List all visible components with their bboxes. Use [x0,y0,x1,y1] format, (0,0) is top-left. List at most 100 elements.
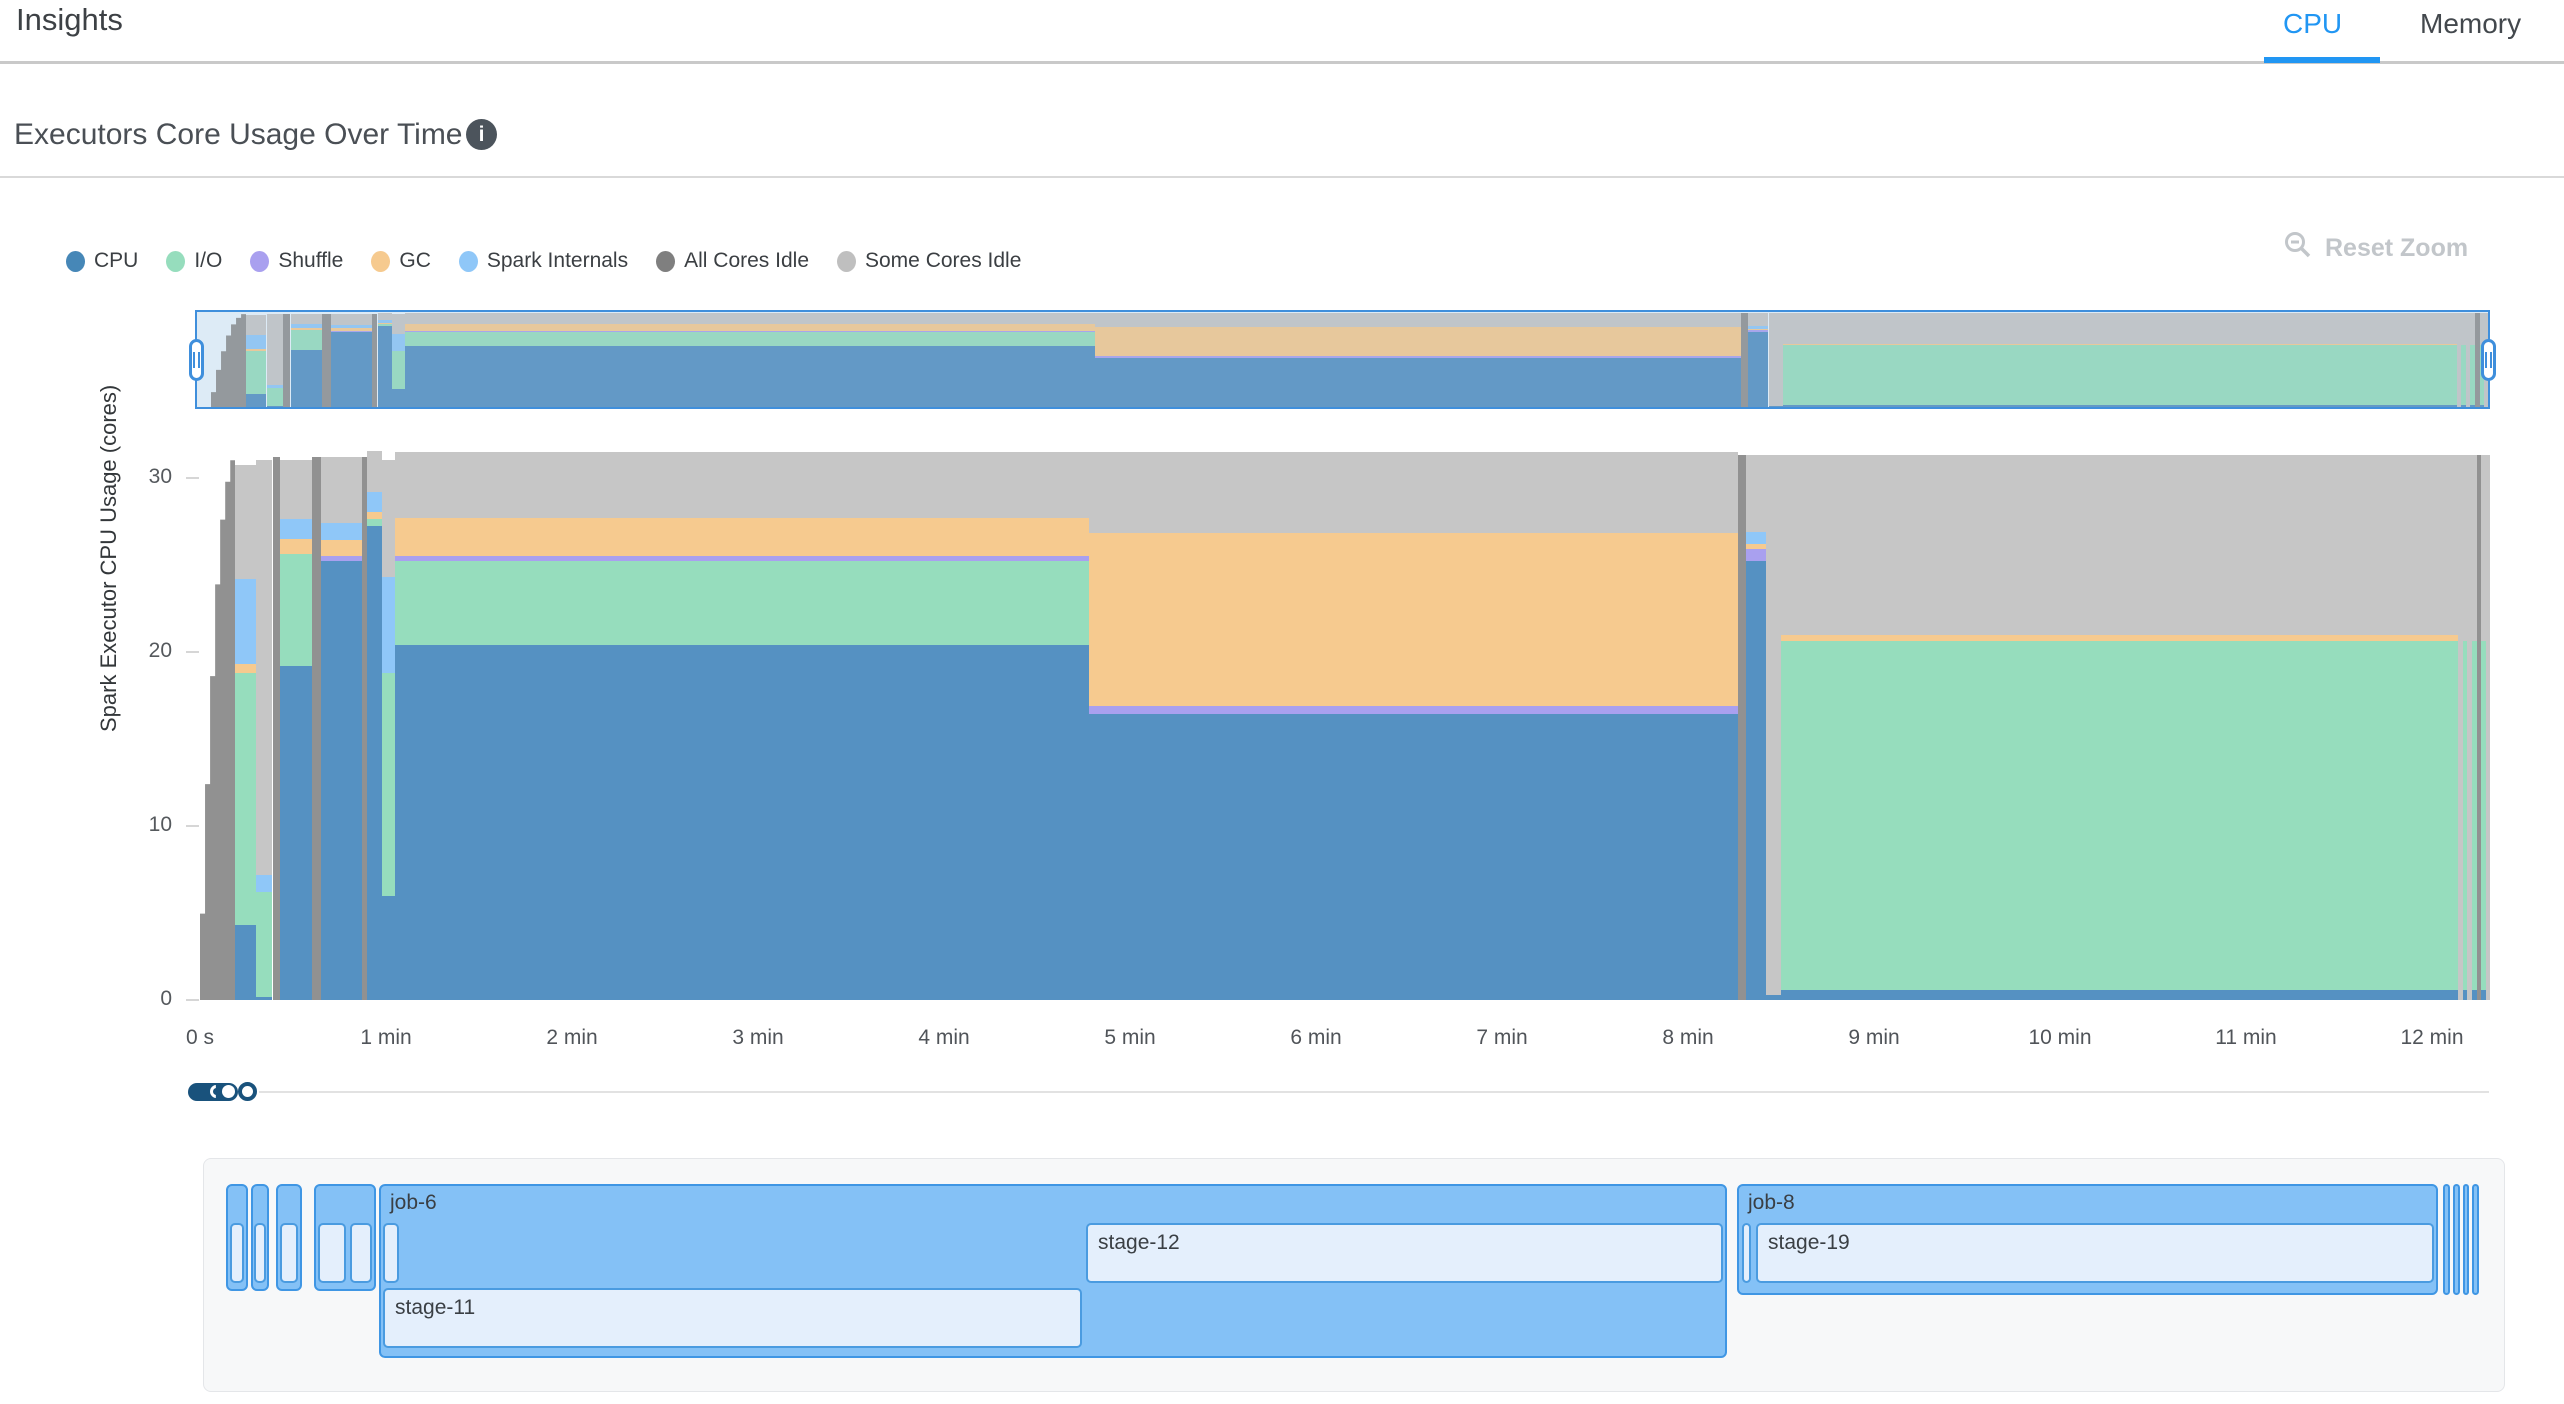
chart-segment [235,664,256,673]
chart-segment [395,452,1089,518]
chart-segment [395,518,1089,556]
x-tick-label: 8 min [1628,1026,1748,1050]
job-block-small[interactable] [2443,1184,2450,1295]
legend-item-cpu[interactable]: CPU [66,249,138,273]
stage-box-small[interactable] [254,1223,266,1283]
stage-box-stage-19[interactable]: stage-19 [1756,1223,2434,1283]
chart-segment [321,561,362,1000]
chart-segment [382,460,395,577]
chart-segment [235,579,256,664]
chart-segment [1746,455,1767,532]
slider-ring-handle[interactable] [238,1082,257,1101]
job-label: job-8 [1748,1191,1795,1215]
chart-segment [321,523,362,540]
legend-label: All Cores Idle [684,249,809,273]
chart-segment [280,460,312,519]
chart-legend: CPU I/O Shuffle GC Spark Internals All Cores … [66,243,1021,279]
stage-box-small[interactable] [1742,1223,1751,1283]
legend-dot [656,251,675,272]
chart-segment [1781,641,2458,989]
minimap-brush[interactable] [195,310,2490,409]
legend-item-gc[interactable]: GC [371,249,431,273]
info-icon[interactable]: i [466,119,497,150]
legend-dot [166,251,185,272]
chart-ramp-segment [200,460,235,1000]
x-tick-label: 10 min [2000,1026,2120,1050]
x-tick-label: 0 s [140,1026,260,1050]
chart-segment [367,519,382,526]
chart-segment [280,554,312,665]
brush-handle-left[interactable] [189,339,204,381]
chart-segment [1089,533,1738,705]
chart-segment [2486,455,2490,1000]
chart-segment [280,519,312,538]
time-slider[interactable] [0,1075,2564,1115]
insights-page: Insights CPU Memory Executors Core Usage… [0,0,2564,1404]
cpu-usage-chart[interactable] [200,448,2490,1000]
chart-segment [1746,532,1767,544]
chart-segment [1766,455,1781,995]
chart-segment [256,997,273,1001]
legend-label: CPU [94,249,138,273]
section-title: Executors Core Usage Over Time [14,118,463,152]
tab-cpu[interactable]: CPU [2283,8,2342,40]
y-tick-mark [186,999,199,1001]
slider-knob[interactable] [222,1085,235,1098]
y-axis-label: Spark Executor CPU Usage (cores) [96,385,122,732]
legend-dot [371,251,390,272]
reset-zoom-label: Reset Zoom [2325,234,2468,263]
y-tick-label: 20 [112,639,172,663]
chart-segment [367,492,382,513]
legend-label: Spark Internals [487,249,628,273]
legend-dot [250,251,269,272]
chart-segment [382,577,395,673]
slider-track[interactable] [259,1091,2489,1093]
y-tick-label: 10 [112,813,172,837]
chart-segment [280,666,312,1000]
job-block-small[interactable] [2472,1184,2479,1295]
stage-box-small[interactable] [280,1223,298,1283]
x-tick-label: 4 min [884,1026,1004,1050]
stage-box-stage-11[interactable]: stage-11 [383,1288,1082,1348]
legend-item-all-cores-idle[interactable]: All Cores Idle [656,249,809,273]
chart-segment [1089,452,1738,534]
job-label: job-6 [390,1191,437,1215]
legend-item-shuffle[interactable]: Shuffle [250,249,343,273]
y-tick-mark [186,651,199,653]
minimap-tint [197,312,2488,407]
chart-segment [395,561,1089,645]
chart-segment [367,526,382,1000]
x-tick-label: 7 min [1442,1026,1562,1050]
legend-label: GC [399,249,431,273]
chart-segment [321,540,362,556]
brush-handle-right[interactable] [2481,339,2496,381]
x-tick-label: 5 min [1070,1026,1190,1050]
tab-memory[interactable]: Memory [2420,8,2521,40]
chart-segment [1781,455,2458,635]
job-block-small[interactable] [2453,1184,2460,1295]
stage-box-small[interactable] [230,1223,244,1283]
top-divider [0,61,2564,64]
stage-box-small[interactable] [383,1223,399,1283]
legend-dot [459,251,478,272]
chart-segment [273,457,280,1000]
stage-box-small[interactable] [318,1223,346,1283]
x-tick-label: 3 min [698,1026,818,1050]
stage-box-stage-12[interactable]: stage-12 [1086,1223,1723,1283]
legend-item-some-cores-idle[interactable]: Some Cores Idle [837,249,1021,273]
chart-segment [367,451,382,491]
stage-box-small[interactable] [350,1223,372,1283]
chart-segment [321,457,362,523]
page-title: Insights [16,2,123,38]
y-tick-label: 0 [112,987,172,1011]
chart-segment [235,925,256,1000]
legend-item-spark-internals[interactable]: Spark Internals [459,249,628,273]
zoom-out-icon [2283,230,2313,267]
legend-item-i-o[interactable]: I/O [166,249,222,273]
reset-zoom-button[interactable]: Reset Zoom [2283,230,2468,267]
chart-segment [312,457,321,1000]
stage-label: stage-19 [1768,1231,1850,1255]
job-block-small[interactable] [2463,1184,2469,1295]
chart-segment [1746,549,1767,561]
chart-segment [382,896,395,1001]
